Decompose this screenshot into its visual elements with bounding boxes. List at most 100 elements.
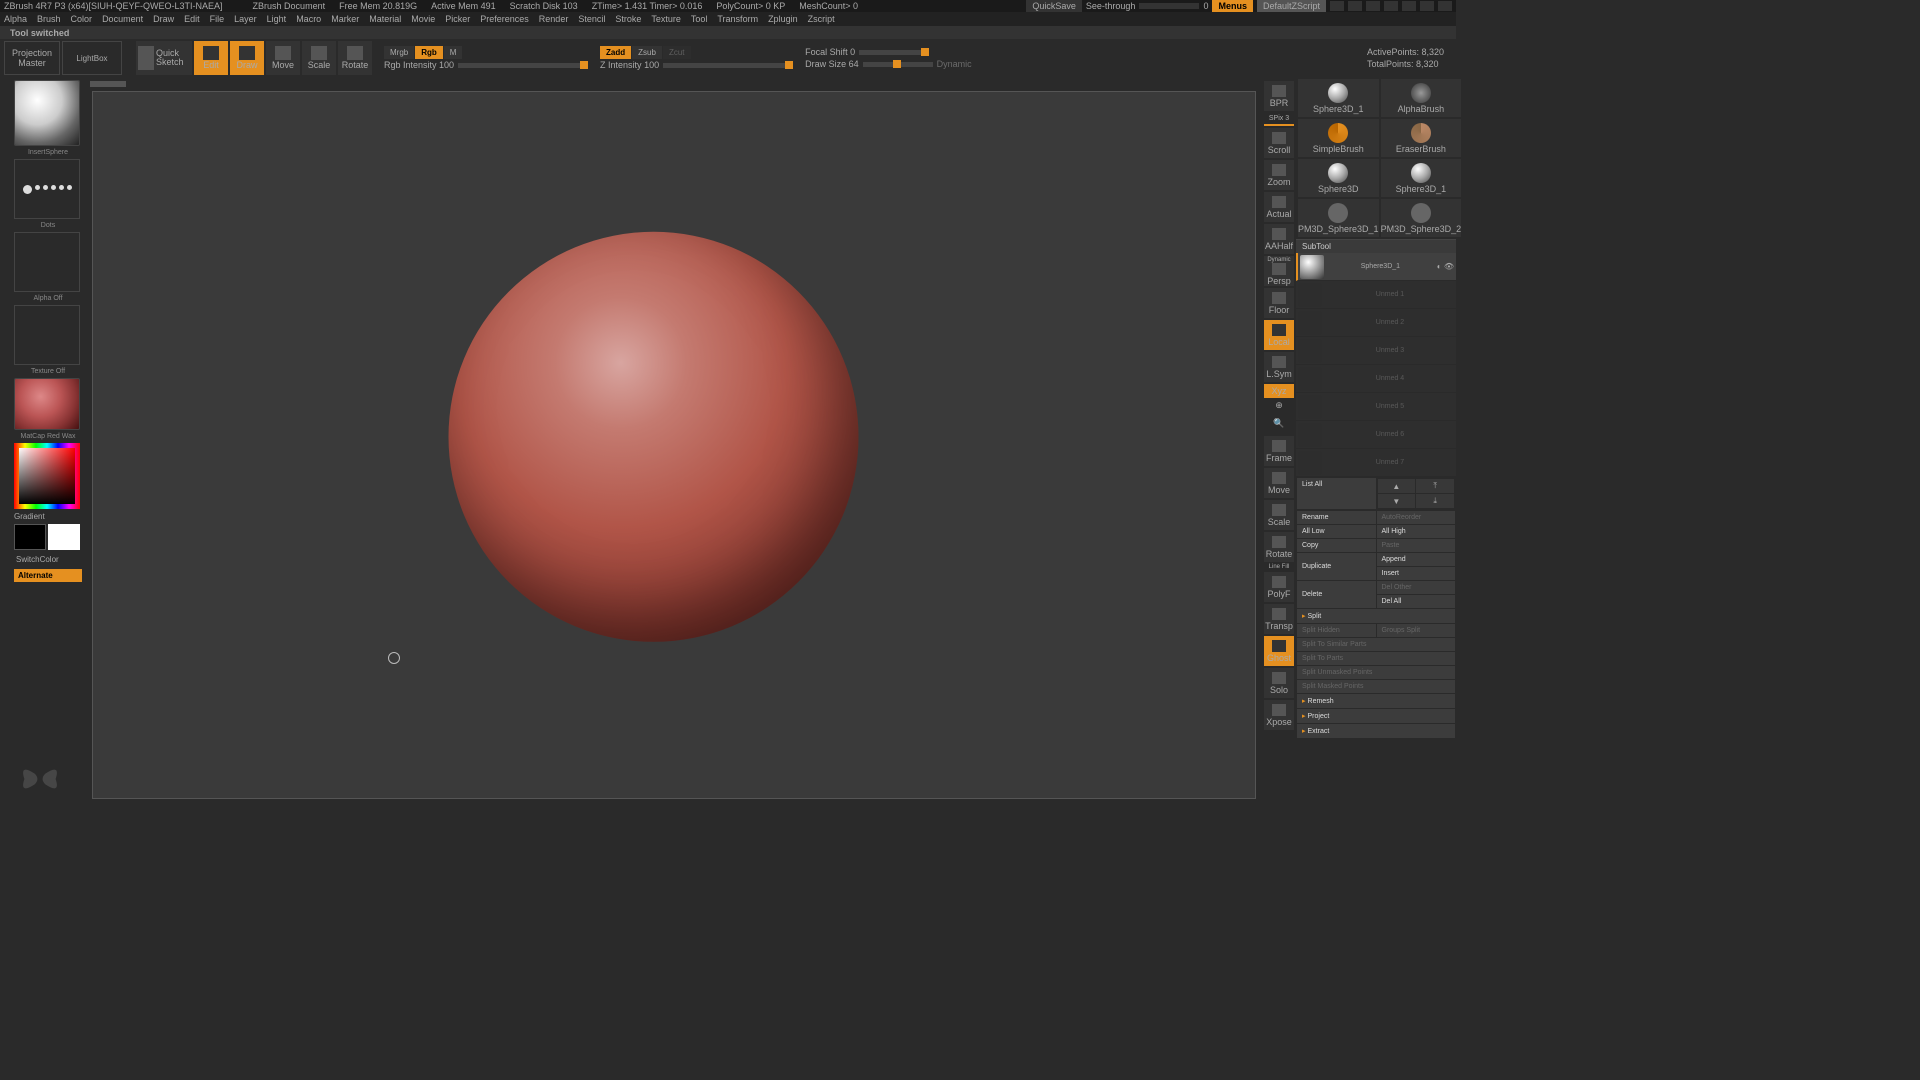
- subtool-item-empty[interactable]: Unmed 1: [1296, 281, 1456, 309]
- nav-zoom-icon[interactable]: 🔍: [1264, 418, 1294, 434]
- viewport[interactable]: [92, 91, 1256, 799]
- menu-material[interactable]: Material: [369, 14, 401, 24]
- mrgb-chip[interactable]: Mrgb: [384, 46, 414, 59]
- preset-eraserbrush[interactable]: EraserBrush: [1381, 119, 1462, 157]
- local-button[interactable]: Local: [1264, 320, 1294, 350]
- color-picker[interactable]: [14, 443, 80, 509]
- spix-indicator[interactable]: SPix 3: [1264, 113, 1294, 126]
- preset-pm3d-2[interactable]: PM3D_Sphere3D_2: [1381, 199, 1462, 237]
- menu-file[interactable]: File: [210, 14, 225, 24]
- menu-brush[interactable]: Brush: [37, 14, 61, 24]
- edit-button[interactable]: Edit: [194, 41, 228, 75]
- lightbox-button[interactable]: LightBox: [62, 41, 122, 75]
- secondary-color-swatch[interactable]: [14, 524, 46, 550]
- polyf-button[interactable]: PolyF: [1264, 572, 1294, 602]
- project-section[interactable]: Project: [1297, 709, 1455, 723]
- preset-sphere3d-1b[interactable]: Sphere3D_1: [1381, 159, 1462, 197]
- zsub-chip[interactable]: Zsub: [632, 46, 662, 59]
- primary-color-swatch[interactable]: [48, 524, 80, 550]
- rgb-intensity-slider[interactable]: Rgb Intensity 100: [384, 60, 588, 70]
- copy-button[interactable]: Copy: [1297, 539, 1376, 552]
- menu-macro[interactable]: Macro: [296, 14, 321, 24]
- material-preview[interactable]: [14, 378, 80, 430]
- alpha-preview[interactable]: [14, 232, 80, 292]
- window-button-1[interactable]: [1330, 1, 1344, 11]
- menu-color[interactable]: Color: [71, 14, 93, 24]
- close-button[interactable]: [1438, 1, 1452, 11]
- quicksave-button[interactable]: QuickSave: [1026, 0, 1082, 12]
- menu-movie[interactable]: Movie: [411, 14, 435, 24]
- actual-button[interactable]: Actual: [1264, 192, 1294, 222]
- menus-toggle[interactable]: Menus: [1212, 0, 1253, 12]
- menu-transform[interactable]: Transform: [717, 14, 758, 24]
- menu-texture[interactable]: Texture: [651, 14, 681, 24]
- window-button-3[interactable]: [1366, 1, 1380, 11]
- menu-picker[interactable]: Picker: [445, 14, 470, 24]
- draw-button[interactable]: Draw: [230, 41, 264, 75]
- del-all-button[interactable]: Del All: [1377, 595, 1456, 608]
- subtool-item-empty[interactable]: Unmed 7: [1296, 449, 1456, 477]
- nav-move-button[interactable]: Move: [1264, 468, 1294, 498]
- split-parts-button[interactable]: Split To Parts: [1297, 652, 1455, 665]
- brush-preview[interactable]: [14, 80, 80, 146]
- stroke-preview[interactable]: [14, 159, 80, 219]
- preset-pm3d-1[interactable]: PM3D_Sphere3D_1: [1298, 199, 1379, 237]
- menu-preferences[interactable]: Preferences: [480, 14, 529, 24]
- xyz-button[interactable]: Xyz: [1264, 384, 1294, 398]
- persp-button[interactable]: DynamicPersp: [1264, 256, 1294, 286]
- duplicate-button[interactable]: Duplicate: [1297, 553, 1376, 580]
- nav-cursor-icon[interactable]: ⊕: [1264, 400, 1294, 416]
- texture-preview[interactable]: [14, 305, 80, 365]
- move-button[interactable]: Move: [266, 41, 300, 75]
- menu-draw[interactable]: Draw: [153, 14, 174, 24]
- preset-sphere3d[interactable]: Sphere3D: [1298, 159, 1379, 197]
- menu-marker[interactable]: Marker: [331, 14, 359, 24]
- split-hidden-button[interactable]: Split Hidden: [1297, 624, 1376, 637]
- subtool-bottom-button[interactable]: ⤓: [1416, 494, 1454, 508]
- script-chip[interactable]: DefaultZScript: [1257, 0, 1326, 12]
- window-button-2[interactable]: [1348, 1, 1362, 11]
- subtool-down-button[interactable]: ▼: [1378, 494, 1416, 508]
- zadd-chip[interactable]: Zadd: [600, 46, 631, 59]
- extract-section[interactable]: Extract: [1297, 724, 1455, 738]
- all-high-button[interactable]: All High: [1377, 525, 1456, 538]
- gradient-label[interactable]: Gradient: [14, 512, 82, 521]
- subtool-item-active[interactable]: Sphere3D_1 ◐ 👁: [1296, 253, 1456, 281]
- zcut-chip[interactable]: Zcut: [663, 46, 691, 59]
- menu-edit[interactable]: Edit: [184, 14, 200, 24]
- append-button[interactable]: Append: [1377, 553, 1456, 566]
- remesh-section[interactable]: Remesh: [1297, 694, 1455, 708]
- menu-tool[interactable]: Tool: [691, 14, 708, 24]
- sphere-mesh[interactable]: [449, 232, 859, 642]
- quicksketch-button[interactable]: Quick Sketch: [136, 41, 192, 75]
- split-masked-button[interactable]: Split Masked Points: [1297, 680, 1455, 693]
- menu-zplugin[interactable]: Zplugin: [768, 14, 798, 24]
- frame-button[interactable]: Frame: [1264, 436, 1294, 466]
- menu-light[interactable]: Light: [267, 14, 287, 24]
- switchcolor-button[interactable]: SwitchColor: [14, 553, 82, 566]
- minimize-button[interactable]: [1402, 1, 1416, 11]
- menu-document[interactable]: Document: [102, 14, 143, 24]
- menu-alpha[interactable]: Alpha: [4, 14, 27, 24]
- alternate-button[interactable]: Alternate: [14, 569, 82, 582]
- subtool-item-empty[interactable]: Unmed 2: [1296, 309, 1456, 337]
- solo-button[interactable]: Solo: [1264, 668, 1294, 698]
- aahalf-button[interactable]: AAHalf: [1264, 224, 1294, 254]
- list-all-button[interactable]: List All: [1297, 478, 1376, 509]
- scroll-button[interactable]: Scroll: [1264, 128, 1294, 158]
- split-unmasked-button[interactable]: Split Unmasked Points: [1297, 666, 1455, 679]
- delete-button[interactable]: Delete: [1297, 581, 1376, 608]
- menu-stroke[interactable]: Stroke: [615, 14, 641, 24]
- menu-stencil[interactable]: Stencil: [578, 14, 605, 24]
- dynamic-label[interactable]: Dynamic: [937, 59, 972, 69]
- subtool-up-button[interactable]: ▲: [1378, 479, 1416, 493]
- maximize-button[interactable]: [1420, 1, 1434, 11]
- split-similar-button[interactable]: Split To Similar Parts: [1297, 638, 1455, 651]
- subtool-item-empty[interactable]: Unmed 5: [1296, 393, 1456, 421]
- subtool-header[interactable]: SubTool: [1296, 240, 1456, 253]
- visibility-icons[interactable]: ◐ 👁: [1437, 262, 1454, 271]
- z-intensity-slider[interactable]: Z Intensity 100: [600, 60, 793, 70]
- menu-render[interactable]: Render: [539, 14, 569, 24]
- subtool-item-empty[interactable]: Unmed 3: [1296, 337, 1456, 365]
- split-section[interactable]: Split: [1297, 609, 1455, 623]
